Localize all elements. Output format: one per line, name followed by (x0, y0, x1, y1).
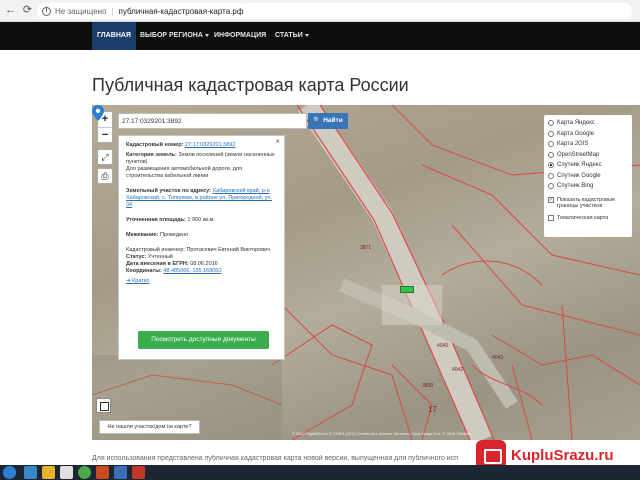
radio-button[interactable] (548, 151, 554, 158)
parcel-number: 4043 (492, 355, 504, 361)
nav-articles[interactable]: СТАТЬИ (270, 22, 314, 50)
nav-home[interactable]: ГЛАВНАЯ (92, 22, 136, 50)
media-icon[interactable] (60, 466, 73, 479)
survey-label: Межевание: (126, 232, 159, 238)
watermark-text: KupluSrazu.ru (511, 446, 614, 464)
short-view-link[interactable]: ➜ Кратко (126, 278, 149, 284)
selected-parcel-highlight[interactable] (400, 286, 414, 293)
zoom-out-button[interactable]: − (98, 127, 112, 142)
layer-label: Спутник Яндекс (557, 162, 602, 169)
radio-button[interactable] (548, 130, 554, 137)
engineer-value: Протасевич Евгений Викторович (186, 247, 271, 253)
engineer-label: Кадастровый инженер: (126, 247, 185, 253)
nav-information[interactable]: ИНФОРМАЦИЯ (209, 22, 271, 50)
radio-button[interactable] (548, 183, 554, 190)
url-field[interactable]: i Не защищено | публичная-кадастровая-ка… (37, 3, 632, 19)
parcel-number: 3850 (422, 383, 434, 389)
radio-button[interactable] (548, 141, 554, 148)
chrome-icon[interactable] (78, 466, 91, 479)
back-icon[interactable]: ← (4, 4, 17, 17)
windows-taskbar (0, 465, 640, 480)
thematic-map-label: Тематическая карта (557, 214, 609, 221)
layer-yandex-satellite[interactable]: Спутник Яндекс (548, 160, 628, 171)
radio-button-selected[interactable] (548, 162, 554, 169)
url-text[interactable]: публичная-кадастровая-карта.рф (119, 7, 244, 16)
date-label: Дата внесения в ЕГРН: (126, 261, 189, 267)
nav-home-label: ГЛАВНАЯ (97, 32, 131, 39)
nav-region-select[interactable]: ВЫБОР РЕГИОНА (135, 22, 214, 50)
coordinates-label: Координаты: (126, 268, 162, 274)
radio-button[interactable] (548, 120, 554, 127)
status-value: Учтенный (147, 254, 173, 260)
measure-icon[interactable]: ⤢ (97, 149, 113, 165)
cadastral-number-link[interactable]: 27:17:0329201:3892 (185, 142, 235, 148)
parcel-number: 4042 (452, 367, 464, 373)
layer-2gis-map[interactable]: Карта 2GIS (548, 139, 628, 150)
reload-icon[interactable]: ⟳ (21, 4, 34, 17)
layer-osm[interactable]: OpenStreetMap (548, 150, 628, 161)
layer-google-map[interactable]: Карта Google (548, 129, 628, 140)
layer-label: Карта 2GIS (557, 141, 589, 148)
not-found-button[interactable]: Не нашли участок/дом на карте? (99, 420, 200, 434)
show-boundaries-option[interactable]: ✓ Показать кадастровые границы участков (548, 196, 628, 210)
chevron-down-icon (304, 33, 309, 37)
url-separator: | (111, 6, 114, 16)
page-title: Публичная кадастровая карта России (92, 75, 409, 95)
date-value: 08.06.2016 (190, 261, 218, 267)
show-boundaries-label: Показать кадастровые границы участков (557, 196, 616, 210)
pdf-icon[interactable] (132, 466, 145, 479)
search-button-label: Найти (323, 117, 343, 124)
layer-yandex-map[interactable]: Карта Яндекс (548, 118, 628, 129)
status-label: Статус: (126, 254, 147, 260)
cadastral-search-input[interactable] (118, 113, 307, 129)
layer-google-satellite[interactable]: Спутник Google (548, 171, 628, 182)
land-purpose-value: Для размещения автомобильной дороги, для… (126, 166, 243, 179)
folder-icon[interactable] (42, 466, 55, 479)
layer-label: OpenStreetMap (557, 151, 600, 158)
intro-text: Для использования представлена публичная… (92, 455, 458, 462)
parcel-number: 4040 (437, 343, 449, 349)
browser-icon[interactable] (24, 466, 37, 479)
browser-address-bar: ← ⟳ i Не защищено | публичная-кадастрова… (0, 0, 640, 22)
short-view-label: Кратко (132, 278, 150, 284)
view-documents-button[interactable]: Посмотреть доступные документы (138, 331, 269, 349)
expand-icon[interactable] (96, 398, 111, 413)
layer-label: Спутник Google (557, 172, 601, 179)
land-category-label: Категория земель: (126, 152, 177, 158)
word-icon[interactable] (114, 466, 127, 479)
parcel-number: 3871 (360, 245, 372, 251)
coordinates-link[interactable]: 48.485066, 135.168060 (163, 268, 221, 274)
address-label: Земельный участок по адресу: (126, 188, 211, 194)
checkbox-checked[interactable]: ✓ (548, 196, 554, 203)
radio-button[interactable] (548, 172, 554, 179)
site-navbar: ГЛАВНАЯ ВЫБОР РЕГИОНА ИНФОРМАЦИЯ СТАТЬИ (0, 22, 640, 50)
layer-label: Карта Яндекс (557, 120, 595, 127)
windows-start-icon[interactable] (3, 466, 16, 479)
layer-label: Карта Google (557, 130, 595, 137)
powerpoint-icon[interactable] (96, 466, 109, 479)
security-label: Не защищено (55, 6, 107, 16)
parcel-info-popup: × Кадастровый номер: 27:17:0329201:3892 … (118, 135, 285, 360)
layer-bing-satellite[interactable]: Спутник Bing (548, 181, 628, 192)
layer-label: Спутник Bing (557, 183, 594, 190)
cadastral-number-label: Кадастровый номер: (126, 142, 184, 148)
survey-value: Проведено (159, 232, 189, 238)
close-icon[interactable]: × (275, 138, 280, 146)
thematic-map-option[interactable]: Тематическая карта (548, 214, 628, 222)
location-pin-icon[interactable] (92, 105, 104, 121)
info-icon: i (42, 6, 51, 16)
nav-region-label: ВЫБОР РЕГИОНА (140, 32, 203, 39)
area-value: 1 900 кв.м. (187, 217, 215, 223)
parcel-number: 17 (428, 405, 437, 414)
nav-information-label: ИНФОРМАЦИЯ (214, 32, 267, 39)
search-button[interactable]: 🔍 Найти (308, 113, 348, 129)
nav-articles-label: СТАТЬИ (275, 32, 303, 39)
cadastral-map[interactable]: + − ⤢ ⎙ 🔍 Найти Карта Яндекс Карта Googl… (92, 105, 640, 440)
map-layers-panel: Карта Яндекс Карта Google Карта 2GIS Ope… (544, 115, 632, 237)
checkbox[interactable] (548, 214, 554, 221)
print-icon[interactable]: ⎙ (97, 168, 113, 184)
map-attribution: © 2012 DigitalGlobe © CNES (2012) Distri… (292, 431, 471, 436)
area-label: Уточненная площадь: (126, 217, 186, 223)
